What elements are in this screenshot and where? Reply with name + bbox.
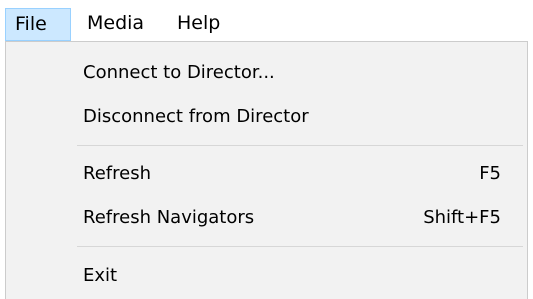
menu-item-exit[interactable]: Exit [6, 254, 527, 298]
menu-item-refresh-navigators[interactable]: Refresh Navigators Shift+F5 [6, 196, 527, 240]
menu-separator [77, 246, 523, 247]
menu-media[interactable]: Media [78, 8, 162, 41]
menu-item-label: Refresh [83, 163, 151, 184]
menu-separator [77, 145, 523, 146]
file-menu-dropdown: Connect to Director... Disconnect from D… [5, 41, 528, 299]
menu-file[interactable]: File [5, 8, 71, 41]
menu-item-label: Refresh Navigators [83, 207, 255, 228]
menu-item-label: Exit [83, 265, 118, 286]
menu-item-connect-to-director[interactable]: Connect to Director... [6, 51, 527, 95]
menu-item-label: Disconnect from Director [83, 106, 309, 127]
menu-item-shortcut: Shift+F5 [423, 207, 501, 228]
menu-item-refresh[interactable]: Refresh F5 [6, 152, 527, 196]
menu-item-disconnect-from-director[interactable]: Disconnect from Director [6, 95, 527, 139]
menu-bar: File Media Help [0, 0, 533, 44]
menu-help[interactable]: Help [168, 8, 234, 41]
menu-item-label: Connect to Director... [83, 62, 275, 83]
menu-item-shortcut: F5 [479, 163, 501, 184]
